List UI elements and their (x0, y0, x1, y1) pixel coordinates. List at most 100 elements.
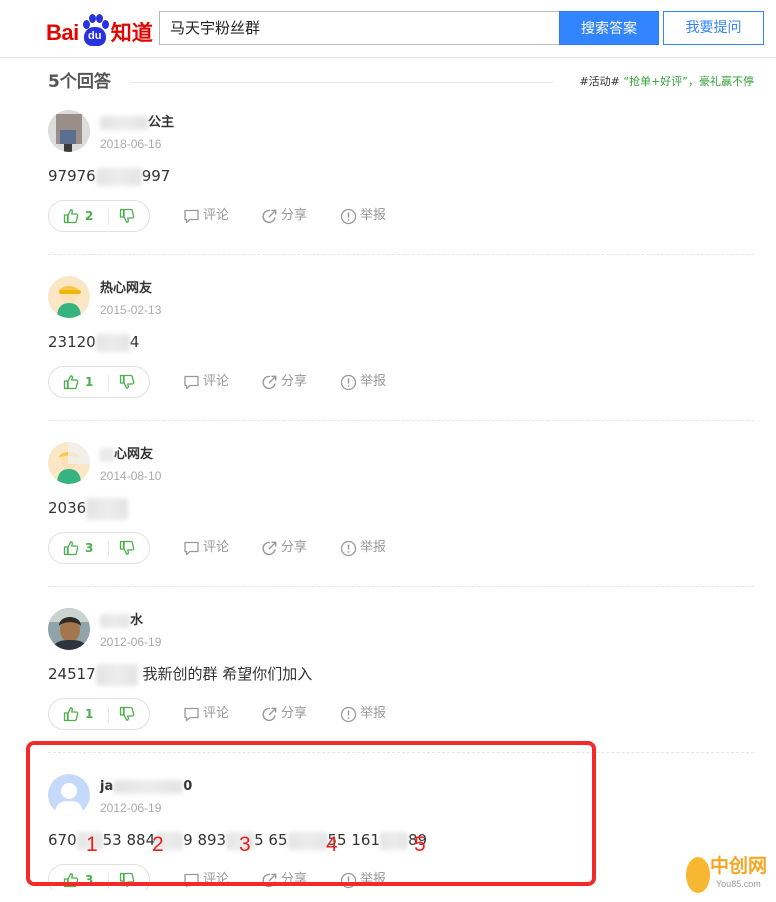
answer-item: 心网友 2014-08-10 2036 3 评论 分享 举报 (48, 442, 754, 602)
warning-circle-icon (340, 208, 357, 224)
like-button[interactable]: 3 (63, 540, 93, 556)
share-button[interactable]: 分享 (261, 705, 307, 723)
comment-button[interactable]: 评论 (183, 705, 229, 723)
answers-header: 5个回答 #活动# “抢单+好评”，豪礼赢不停 (48, 70, 754, 94)
like-count: 2 (85, 209, 94, 223)
report-button[interactable]: 举报 (340, 373, 386, 391)
avatar[interactable] (48, 774, 90, 816)
vote-group: 1 (48, 698, 150, 730)
dislike-button[interactable] (119, 540, 135, 560)
watermark-url: You85.com (716, 879, 761, 889)
activity-promo[interactable]: “抢单+好评”，豪礼赢不停 (623, 75, 754, 88)
like-button[interactable]: 1 (63, 374, 93, 390)
share-button[interactable]: 分享 (261, 539, 307, 557)
comment-icon (184, 873, 199, 887)
comment-button[interactable]: 评论 (183, 539, 229, 557)
user-name[interactable]: ja 0 (100, 778, 192, 796)
thumbs-up-icon (63, 707, 79, 722)
share-icon (262, 873, 277, 887)
avatar[interactable] (48, 276, 90, 318)
answer-content: 97976 997 (48, 167, 171, 186)
avatar[interactable] (48, 608, 90, 650)
activity-banner[interactable]: #活动# “抢单+好评”，豪礼赢不停 (579, 73, 754, 91)
answer-date: 2012-06-19 (100, 635, 162, 649)
report-button[interactable]: 举报 (340, 871, 386, 889)
ask-question-button[interactable]: 我要提问 (663, 11, 764, 45)
comment-icon (184, 209, 199, 223)
share-button[interactable]: 分享 (261, 207, 307, 225)
vote-separator (108, 707, 109, 723)
warning-circle-icon (340, 706, 357, 722)
watermark-text: 中创网 (710, 855, 768, 877)
annotation-number: 4 (326, 833, 338, 856)
annotation-number: 5 (414, 833, 426, 856)
comment-icon (184, 375, 199, 389)
vote-group: 2 (48, 200, 150, 232)
thumbs-down-icon (119, 374, 135, 389)
search-input[interactable]: 马天宇粉丝群 (159, 11, 560, 45)
like-count: 1 (85, 707, 94, 721)
search-answer-button[interactable]: 搜索答案 (559, 11, 659, 45)
vote-separator (108, 375, 109, 391)
vote-group: 3 (48, 864, 150, 890)
warning-circle-icon (340, 374, 357, 390)
thumbs-down-icon (119, 208, 135, 223)
share-button[interactable]: 分享 (261, 373, 307, 391)
answer-divider (48, 752, 754, 753)
thumbs-up-icon (63, 873, 79, 888)
answers-count: 5个回答 (48, 72, 111, 92)
dislike-button[interactable] (119, 208, 135, 228)
thumbs-up-icon (63, 541, 79, 556)
comment-button[interactable]: 评论 (183, 207, 229, 225)
avatar[interactable] (48, 110, 90, 152)
header-divider (130, 82, 554, 83)
user-name[interactable]: 水 (100, 612, 143, 630)
vote-group: 3 (48, 532, 150, 564)
report-button[interactable]: 举报 (340, 207, 386, 225)
user-name[interactable]: 心网友 (100, 446, 153, 464)
thumbs-up-icon (63, 209, 79, 224)
user-name[interactable]: 公主 (100, 114, 174, 132)
comment-button[interactable]: 评论 (183, 373, 229, 391)
annotation-number: 2 (152, 833, 164, 856)
report-button[interactable]: 举报 (340, 539, 386, 557)
answer-item: 热心网友 2015-02-13 23120 4 1 评论 分享 举报 (48, 276, 754, 436)
dislike-button[interactable] (119, 872, 135, 890)
vote-separator (108, 541, 109, 557)
dislike-button[interactable] (119, 374, 135, 394)
user-name[interactable]: 热心网友 (100, 280, 152, 298)
share-button[interactable]: 分享 (261, 871, 307, 889)
warning-circle-icon (340, 872, 357, 888)
answer-content: 670 53 884 9 893 5 65 55 161 89 (48, 831, 428, 850)
baidu-zhidao-logo[interactable]: Bai du 知道 (46, 8, 153, 48)
answer-actions: 1 评论 分享 举报 (48, 698, 508, 730)
answer-divider (48, 254, 754, 255)
share-icon (262, 541, 277, 555)
share-icon (262, 707, 277, 721)
answer-date: 2012-06-19 (100, 801, 162, 815)
like-count: 3 (85, 873, 94, 887)
share-icon (262, 375, 277, 389)
like-button[interactable]: 1 (63, 706, 93, 722)
thumbs-down-icon (119, 540, 135, 555)
activity-tag: #活动# (579, 75, 620, 88)
answer-date: 2018-06-16 (100, 137, 162, 151)
avatar[interactable] (48, 442, 90, 484)
logo-du-text: du (83, 27, 106, 46)
like-count: 1 (85, 375, 94, 389)
answer-item: 公主 2018-06-16 97976 997 2 评论 分享 举报 (48, 110, 754, 270)
answer-content: 2036 (48, 497, 129, 520)
answer-actions: 2 评论 分享 举报 (48, 200, 508, 232)
logo-zhidao-text: 知道 (110, 21, 153, 45)
thumbs-down-icon (119, 706, 135, 721)
answer-actions: 3 评论 分享 举报 (48, 864, 508, 890)
like-button[interactable]: 3 (63, 872, 93, 888)
vote-group: 1 (48, 366, 150, 398)
dislike-button[interactable] (119, 706, 135, 726)
like-button[interactable]: 2 (63, 208, 93, 224)
paw-icon: du (80, 14, 110, 48)
comment-icon (184, 707, 199, 721)
comment-button[interactable]: 评论 (183, 871, 229, 889)
warning-circle-icon (340, 540, 357, 556)
report-button[interactable]: 举报 (340, 705, 386, 723)
